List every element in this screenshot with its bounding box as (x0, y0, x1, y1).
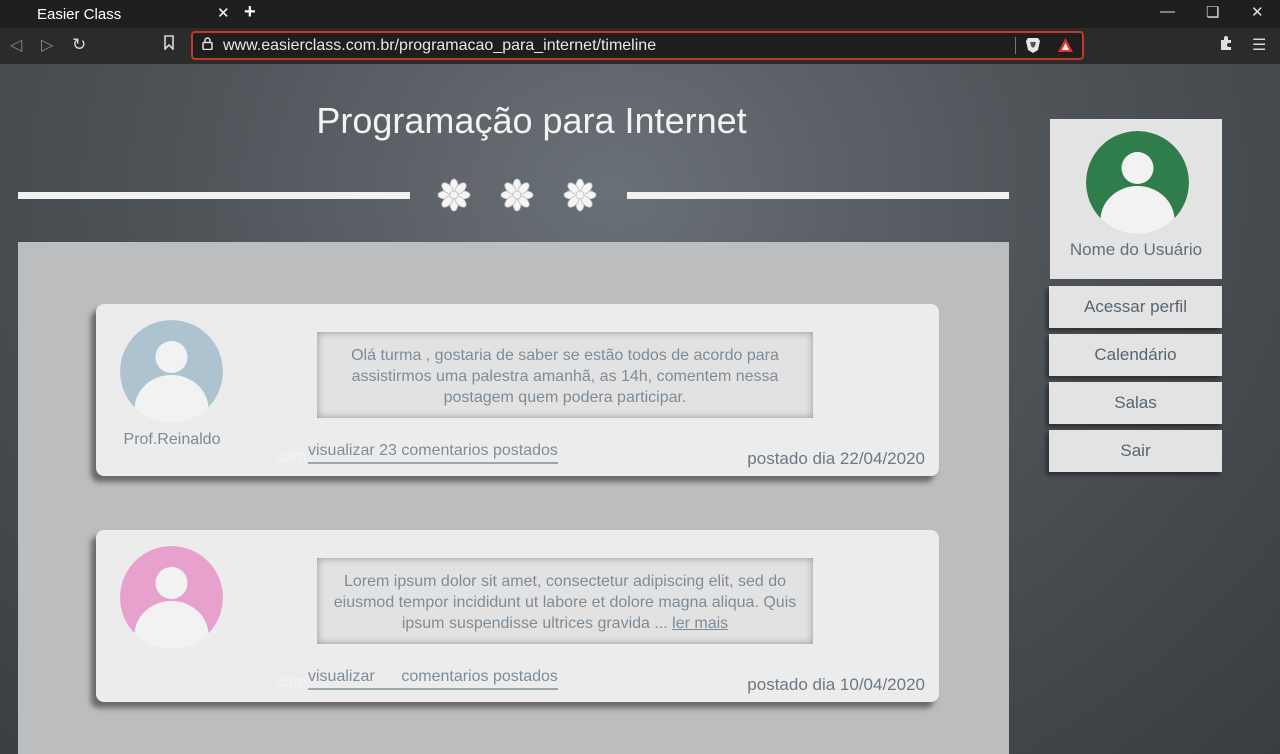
read-more-link[interactable]: ler mais (672, 615, 728, 632)
view-comments-link[interactable]: visualizar comentarios postados (308, 668, 558, 690)
close-window-icon[interactable]: ✕ (1251, 3, 1264, 21)
browser-tab-bar: Easier Class ✕ + — ❏ ✕ (0, 0, 1280, 28)
bookmark-icon[interactable] (163, 35, 175, 55)
flower-icon (437, 178, 471, 212)
page-title: Programação para Internet (316, 100, 747, 141)
minimize-icon[interactable]: — (1160, 3, 1175, 20)
forward-icon[interactable]: ▷ (41, 35, 53, 55)
post-body: Olá turma , gostaria de saber se estão t… (351, 347, 779, 406)
restore-icon[interactable]: ❏ (1206, 3, 1219, 21)
profile-button[interactable]: Acessar perfil (1049, 286, 1222, 328)
ghost-text: com (276, 448, 307, 465)
back-icon[interactable]: ◁ (10, 35, 22, 55)
menu-icon[interactable]: ☰ (1252, 35, 1266, 55)
user-avatar[interactable] (1086, 131, 1189, 234)
extensions-icon[interactable] (1218, 35, 1234, 56)
post-card: Lorem ipsum dolor sit amet, consectetur … (96, 530, 939, 702)
lock-icon (202, 37, 213, 53)
divider-left (18, 192, 410, 199)
post-date: postado dia 22/04/2020 (747, 449, 925, 468)
flower-icon (563, 178, 597, 212)
user-name: Nome do Usuário (1069, 240, 1203, 259)
avatar[interactable] (120, 320, 223, 423)
tab-title: Easier Class (37, 6, 122, 23)
page-content: Programação para Internet Prof.Reinaldo … (0, 64, 1280, 754)
brave-shield-icon[interactable] (1025, 37, 1041, 54)
new-tab-button[interactable]: + (244, 1, 256, 24)
post-text: Lorem ipsum dolor sit amet, consectetur … (317, 558, 813, 644)
url-text: www.easierclass.com.br/programacao_para_… (223, 37, 657, 54)
post-card: Prof.Reinaldo Olá turma , gostaria de sa… (96, 304, 939, 476)
user-card: Nome do Usuário (1050, 119, 1222, 279)
flower-icon (500, 178, 534, 212)
avatar[interactable] (120, 546, 223, 649)
ghost-text: com (276, 674, 307, 691)
timeline-panel: Prof.Reinaldo Olá turma , gostaria de sa… (18, 242, 1009, 754)
post-author[interactable]: Prof.Reinaldo (96, 431, 248, 449)
bat-rewards-icon[interactable] (1057, 37, 1074, 53)
divider-right (627, 192, 1009, 199)
rooms-button[interactable]: Salas (1049, 382, 1222, 424)
calendar-button[interactable]: Calendário (1049, 334, 1222, 376)
post-text: Olá turma , gostaria de saber se estão t… (317, 332, 813, 418)
post-date: postado dia 10/04/2020 (747, 675, 925, 694)
logout-button[interactable]: Sair (1049, 430, 1222, 472)
reload-icon[interactable]: ↻ (72, 35, 86, 55)
tab-close-icon[interactable]: ✕ (217, 4, 230, 22)
address-field[interactable]: www.easierclass.com.br/programacao_para_… (191, 31, 1084, 60)
view-comments-link[interactable]: visualizar 23 comentarios postados (308, 442, 558, 464)
browser-tab[interactable]: Easier Class ✕ (0, 0, 240, 28)
url-separator (1015, 37, 1016, 54)
